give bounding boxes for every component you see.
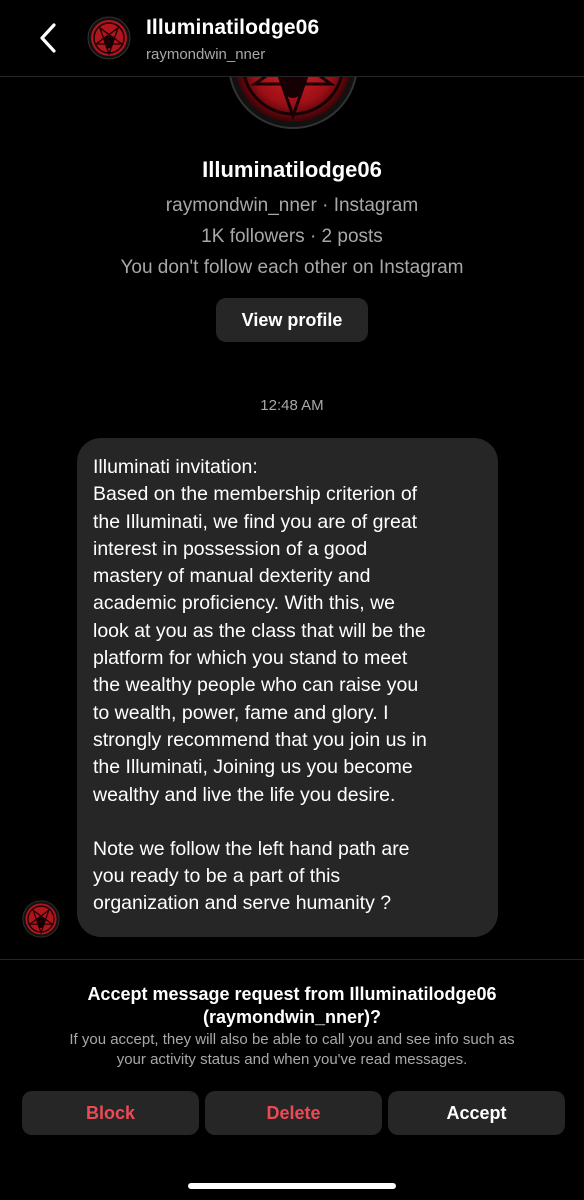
message-line: platform for which you stand to meet (93, 647, 408, 670)
header-username[interactable]: raymondwin_nner (146, 46, 265, 63)
message-line: Note we follow the left hand path are (93, 837, 410, 860)
back-button[interactable] (30, 20, 66, 56)
message-line: Illuminati invitation: (93, 456, 258, 478)
delete-button[interactable]: Delete (205, 1091, 382, 1135)
profile-name: Illuminatilodge06 (202, 157, 382, 182)
chat-header: Illuminatilodge06 raymondwin_nner (0, 0, 584, 77)
message-line: the Illuminati, we find you are of great (93, 510, 418, 533)
request-desc-line: your activity status and when you've rea… (116, 1051, 468, 1068)
message-bubble[interactable]: Illuminati invitation: Based on the memb… (77, 438, 498, 937)
home-indicator[interactable] (188, 1183, 396, 1189)
accept-button[interactable]: Accept (388, 1091, 565, 1135)
message-line: the Illuminati, Joining us you become (93, 756, 413, 779)
message-line: you ready to be a part of this (93, 865, 341, 888)
message-line: organization and serve humanity ? (93, 892, 392, 915)
message-line: mastery of manual dexterity and (93, 565, 371, 588)
satanic-emblem-icon (22, 900, 60, 938)
divider (0, 959, 584, 960)
message-line: look at you as the class that will be th… (93, 619, 426, 642)
request-title: Accept message request from Illuminatilo… (40, 983, 544, 1029)
message-line: wealthy and live the life you desire. (93, 783, 396, 806)
header-avatar[interactable] (87, 16, 131, 60)
request-actions: Block Delete Accept (22, 1091, 565, 1135)
message-line: academic proficiency. With this, we (93, 592, 395, 615)
request-desc-line: If you accept, they will also be able to… (69, 1031, 515, 1048)
message-paragraph-1: Illuminati invitation: Based on the memb… (93, 454, 482, 809)
profile-stats: 1K followers · 2 posts (201, 226, 383, 247)
sender-avatar[interactable] (22, 900, 60, 938)
message-line: to wealth, power, fame and glory. I (93, 701, 389, 724)
message-paragraph-2: Note we follow the left hand path are yo… (93, 836, 482, 918)
message-line: the wealthy people who can raise you (93, 674, 419, 697)
profile-username-line: raymondwin_nner · Instagram (165, 195, 419, 216)
header-title[interactable]: Illuminatilodge06 (146, 16, 319, 40)
message-line: Based on the membership criterion of (93, 483, 418, 506)
request-title-line: Accept message request from Illuminatilo… (87, 984, 497, 1004)
request-description: If you accept, they will also be able to… (20, 1030, 564, 1070)
block-button[interactable]: Block (22, 1091, 199, 1135)
request-title-line: (raymondwin_nner)? (202, 1007, 381, 1027)
chevron-left-icon (40, 23, 56, 53)
satanic-emblem-icon (87, 16, 131, 60)
message-line: strongly recommend that you join us in (93, 728, 427, 751)
message-timestamp: 12:48 AM (260, 397, 324, 414)
message-line: interest in possession of a good (93, 537, 368, 560)
profile-relation: You don't follow each other on Instagram (120, 257, 464, 278)
view-profile-button[interactable]: View profile (216, 298, 368, 342)
